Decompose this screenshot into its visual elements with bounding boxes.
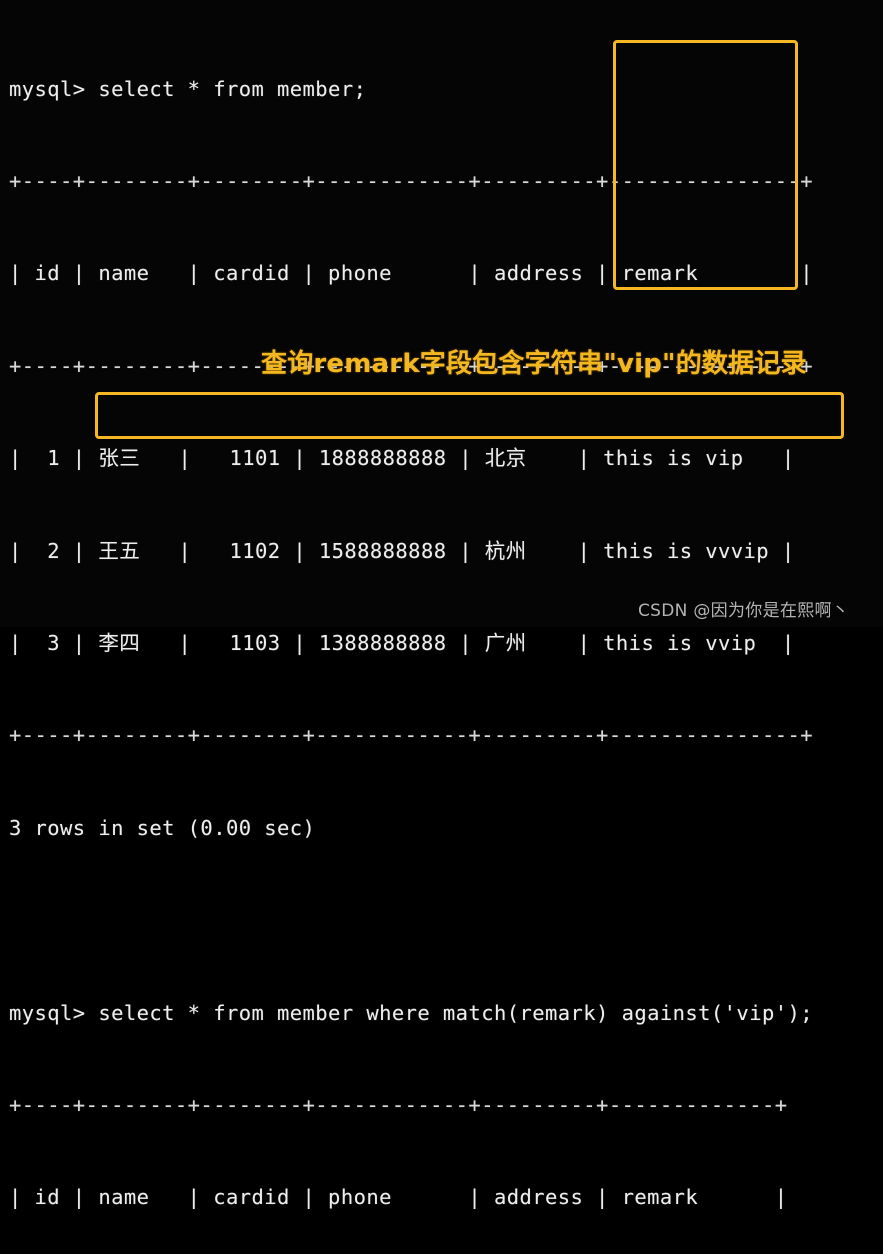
terminal-line-header-row-2: | id | name | cardid | phone | address |…: [9, 1185, 788, 1210]
terminal-line-rule-top-1: +----+--------+--------+------------+---…: [9, 168, 814, 193]
watermark: CSDN @因为你是在熙啊丶: [638, 601, 850, 621]
terminal-line-command-match-against[interactable]: mysql> select * from member where match(…: [9, 998, 879, 1029]
terminal-line-result-status-1: 3 rows in set (0.00 sec): [9, 815, 316, 840]
terminal-line-blank-1: [9, 905, 879, 936]
terminal-line-data-row-1-2: | 2 | 王五 | 1102 | 1588888888 | 杭州 | this…: [9, 538, 795, 563]
terminal-line-data-row-1-1: | 1 | 张三 | 1101 | 1888888888 | 北京 | this…: [9, 446, 795, 471]
terminal-line-rule-top-2: +----+--------+--------+------------+---…: [9, 1092, 788, 1117]
terminal-output: mysql> select * from member; +----+-----…: [9, 12, 879, 1254]
terminal-window: mysql> select * from member; +----+-----…: [0, 0, 883, 1209]
terminal-line-command-select-all[interactable]: mysql> select * from member;: [9, 74, 879, 105]
annotation-text: 查询remark字段包含字符串"vip"的数据记录: [261, 349, 807, 379]
terminal-line-data-row-1-3: | 3 | 李四 | 1103 | 1388888888 | 广州 | this…: [9, 630, 795, 655]
terminal-line-rule-bottom-1: +----+--------+--------+------------+---…: [9, 723, 814, 748]
terminal-line-header-row-1: | id | name | cardid | phone | address |…: [9, 261, 814, 286]
